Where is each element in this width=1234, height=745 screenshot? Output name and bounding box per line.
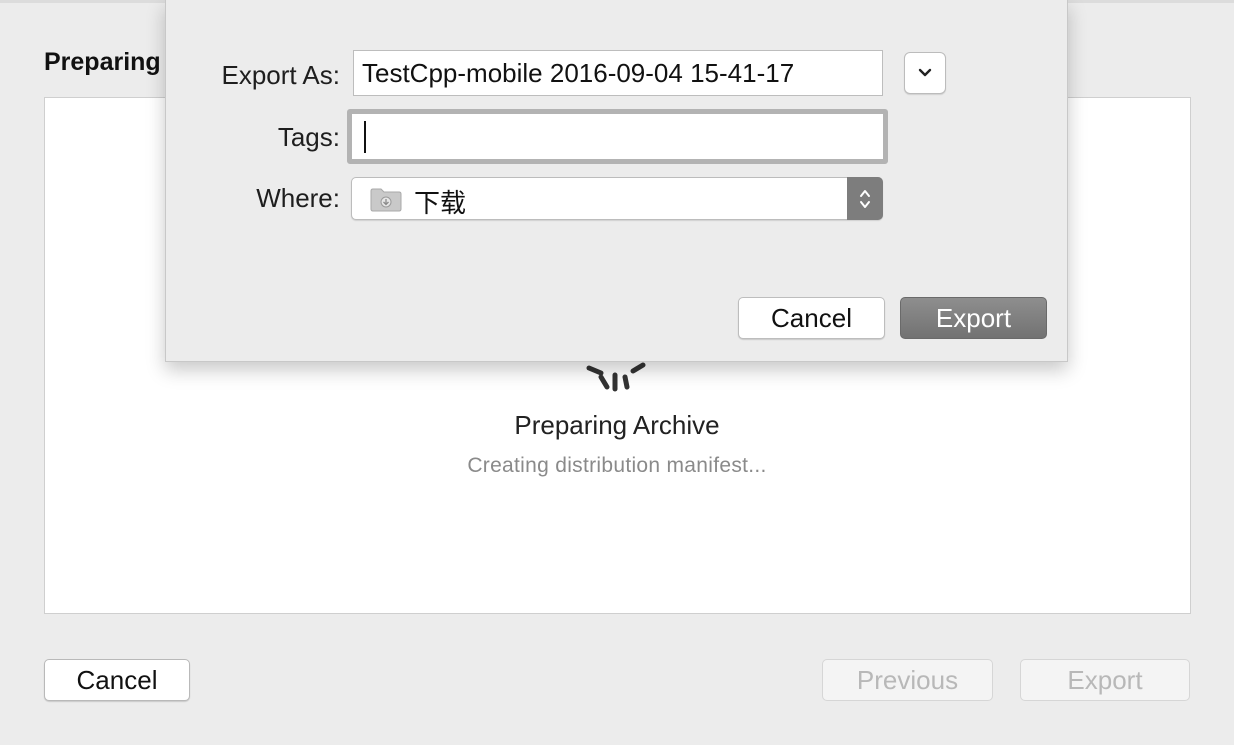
sheet-cancel-button[interactable]: Cancel — [738, 297, 885, 339]
previous-button[interactable]: Previous — [822, 659, 993, 701]
export-as-value: TestCpp-mobile 2016-09-04 15-41-17 — [362, 57, 795, 88]
status-title: Preparing Archive — [514, 410, 720, 440]
expand-sheet-button[interactable] — [904, 52, 946, 94]
export-as-label: Export As: — [221, 60, 341, 90]
chevron-down-icon — [918, 68, 932, 77]
sheet-export-button[interactable]: Export — [900, 297, 1047, 339]
text-caret — [364, 120, 366, 153]
status-subtitle: Creating distribution manifest... — [467, 454, 767, 477]
tags-label: Tags: — [277, 122, 340, 152]
where-popup[interactable]: 下载 — [351, 177, 883, 220]
where-value: 下载 — [414, 189, 467, 219]
tags-field[interactable] — [347, 109, 888, 164]
where-stepper[interactable] — [847, 177, 883, 220]
up-down-stepper-icon — [860, 189, 870, 208]
export-save-sheet: Export As: TestCpp-mobile 2016-09-04 15-… — [165, 0, 1068, 362]
folder-icon — [370, 188, 402, 212]
cancel-button[interactable]: Cancel — [44, 659, 190, 701]
export-button[interactable]: Export — [1020, 659, 1190, 701]
export-as-field[interactable]: TestCpp-mobile 2016-09-04 15-41-17 — [353, 50, 883, 96]
where-label: Where: — [256, 183, 340, 213]
